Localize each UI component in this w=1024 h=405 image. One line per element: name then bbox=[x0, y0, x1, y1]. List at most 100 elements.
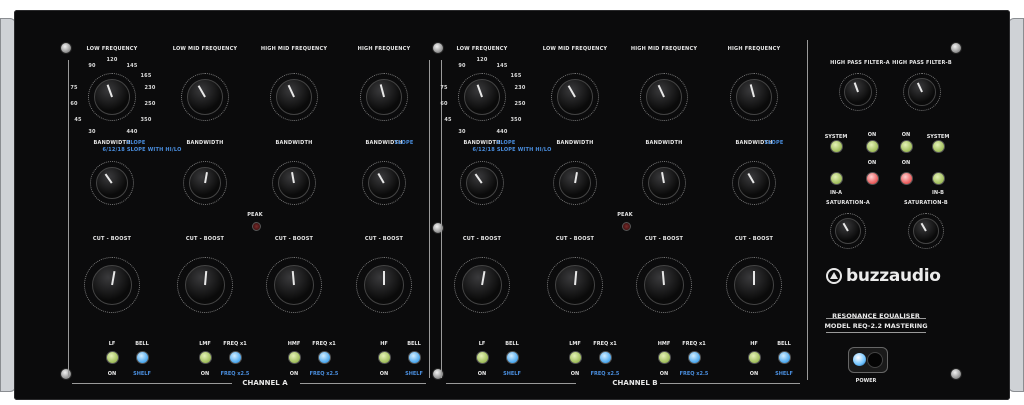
cha-hmf-frequency-knob[interactable] bbox=[276, 79, 312, 115]
freq-scale-mark: 60 bbox=[70, 101, 78, 107]
chb-hmf-cut-boost-knob[interactable] bbox=[644, 265, 684, 305]
freq-scale-mark: 350 bbox=[510, 117, 522, 123]
cha-lmf-enable-button[interactable] bbox=[199, 351, 212, 364]
divider bbox=[446, 383, 576, 384]
divider bbox=[660, 383, 800, 384]
cha-lf-cut-boost-knob[interactable] bbox=[92, 265, 132, 305]
a-hf-cutboost-label: CUT - BOOST bbox=[364, 236, 404, 242]
b-hf-slope-label: SLOPE bbox=[764, 140, 784, 146]
chb-lf-bandwidth-knob[interactable] bbox=[466, 167, 498, 199]
chb-lmf-mode-button[interactable] bbox=[599, 351, 612, 364]
cha-lmf-bandwidth-knob[interactable] bbox=[189, 167, 221, 199]
a-hmf-on-label: ON bbox=[289, 371, 299, 377]
cha-hmf-mode-button[interactable] bbox=[318, 351, 331, 364]
chb-hf-mode-button[interactable] bbox=[778, 351, 791, 364]
a-lmf-switch-label: LMF bbox=[199, 341, 211, 347]
chb-lmf-cut-boost-knob[interactable] bbox=[555, 265, 595, 305]
chb-hmf-mode-button[interactable] bbox=[688, 351, 701, 364]
freq-scale-mark: 145 bbox=[496, 63, 508, 69]
chb-lf-frequency-knob[interactable] bbox=[464, 79, 500, 115]
chb-hmf-frequency-knob[interactable] bbox=[646, 79, 682, 115]
chb-hf-bandwidth-knob[interactable] bbox=[738, 167, 770, 199]
chb-hf-enable-button[interactable] bbox=[748, 351, 761, 364]
cha-lmf-mode-button[interactable] bbox=[229, 351, 242, 364]
a-hmf-freqx25-label: FREQ x2.5 bbox=[309, 371, 339, 377]
freq-scale-mark: 145 bbox=[126, 63, 138, 69]
cha-lmf-frequency-knob[interactable] bbox=[187, 79, 223, 115]
panel-screw bbox=[950, 368, 962, 380]
cha-hf-mode-button[interactable] bbox=[408, 351, 421, 364]
in-a-button[interactable] bbox=[830, 172, 843, 185]
divider bbox=[807, 40, 808, 380]
saturation-a-knob[interactable] bbox=[835, 218, 861, 244]
a-hf-freq-label: HIGH FREQUENCY bbox=[357, 46, 411, 52]
cha-hf-bandwidth-knob[interactable] bbox=[368, 167, 400, 199]
cha-hmf-enable-button[interactable] bbox=[288, 351, 301, 364]
sat-b-label: SATURATION-B bbox=[904, 200, 948, 206]
b-hmf-switch-label: HMF bbox=[657, 341, 671, 347]
chb-lf-cut-boost-knob[interactable] bbox=[462, 265, 502, 305]
freq-scale-mark: 120 bbox=[106, 57, 118, 63]
panel-screw bbox=[432, 222, 444, 234]
cha-lf-frequency-knob[interactable] bbox=[94, 79, 130, 115]
system-a-label: SYSTEM bbox=[824, 134, 848, 140]
cha-hf-cut-boost-knob[interactable] bbox=[364, 265, 404, 305]
freq-scale-mark: 165 bbox=[140, 73, 152, 79]
chb-hf-frequency-knob[interactable] bbox=[736, 79, 772, 115]
freq-scale-mark: 60 bbox=[440, 101, 448, 107]
power-toggle[interactable] bbox=[867, 352, 883, 368]
b-hmf-freqx1-label: FREQ x1 bbox=[682, 341, 706, 347]
chb-lf-mode-button[interactable] bbox=[506, 351, 519, 364]
saturation-b-knob[interactable] bbox=[913, 218, 939, 244]
divider bbox=[429, 60, 430, 378]
a-lmf-cutboost-label: CUT - BOOST bbox=[185, 236, 225, 242]
cha-lf-mode-button[interactable] bbox=[136, 351, 149, 364]
cha-lmf-cut-boost-knob[interactable] bbox=[185, 265, 225, 305]
power-switch[interactable] bbox=[848, 347, 888, 373]
in-a-red-button[interactable] bbox=[866, 172, 879, 185]
cha-hmf-cut-boost-knob[interactable] bbox=[274, 265, 314, 305]
system-a-button[interactable] bbox=[830, 140, 843, 153]
chb-lmf-bandwidth-knob[interactable] bbox=[559, 167, 591, 199]
in-b-button[interactable] bbox=[932, 172, 945, 185]
a-lf-bell-label: BELL bbox=[135, 341, 149, 347]
system-b-button[interactable] bbox=[932, 140, 945, 153]
b-lf-shelf-label: SHELF bbox=[503, 371, 521, 377]
chb-hf-cut-boost-knob[interactable] bbox=[734, 265, 774, 305]
cha-hf-enable-button[interactable] bbox=[378, 351, 391, 364]
on-a-top-button[interactable] bbox=[866, 140, 879, 153]
chb-lmf-frequency-knob[interactable] bbox=[557, 79, 593, 115]
chb-lf-enable-button[interactable] bbox=[476, 351, 489, 364]
freq-scale-mark: 30 bbox=[458, 129, 466, 135]
chb-lmf-enable-button[interactable] bbox=[569, 351, 582, 364]
panel-screw bbox=[60, 42, 72, 54]
cha-lf-bandwidth-knob[interactable] bbox=[96, 167, 128, 199]
chb-hmf-bandwidth-knob[interactable] bbox=[648, 167, 680, 199]
cha-peak-led bbox=[252, 222, 261, 231]
chb-hmf-enable-button[interactable] bbox=[658, 351, 671, 364]
freq-scale-mark: 90 bbox=[88, 63, 96, 69]
divider bbox=[300, 383, 426, 384]
in-b-label: IN-B bbox=[932, 190, 944, 196]
hpf-a-knob[interactable] bbox=[844, 78, 872, 106]
b-hf-switch-label: HF bbox=[750, 341, 758, 347]
a-lf-shelf-label: SHELF bbox=[133, 371, 151, 377]
b-lmf-cutboost-label: CUT - BOOST bbox=[555, 236, 595, 242]
on-b2-label: ON bbox=[901, 160, 911, 166]
a-lmf-bw-label: BANDWIDTH bbox=[186, 140, 224, 146]
hpf-b-knob[interactable] bbox=[908, 78, 936, 106]
a-lmf-freq-label: LOW MID FREQUENCY bbox=[172, 46, 238, 52]
on-b-top-button[interactable] bbox=[900, 140, 913, 153]
b-hf-bell-label: BELL bbox=[777, 341, 791, 347]
a-lf-freq-label: LOW FREQUENCY bbox=[86, 46, 138, 52]
channel-b-label: CHANNEL B bbox=[612, 379, 658, 387]
freq-scale-mark: 350 bbox=[140, 117, 152, 123]
freq-scale-mark: 250 bbox=[144, 101, 156, 107]
a-hmf-bw-label: BANDWIDTH bbox=[275, 140, 313, 146]
cha-hmf-bandwidth-knob[interactable] bbox=[278, 167, 310, 199]
cha-lf-enable-button[interactable] bbox=[106, 351, 119, 364]
rack-ear-right bbox=[1008, 18, 1024, 392]
cha-hf-frequency-knob[interactable] bbox=[366, 79, 402, 115]
freq-scale-mark: 45 bbox=[74, 117, 82, 123]
in-b-red-button[interactable] bbox=[900, 172, 913, 185]
